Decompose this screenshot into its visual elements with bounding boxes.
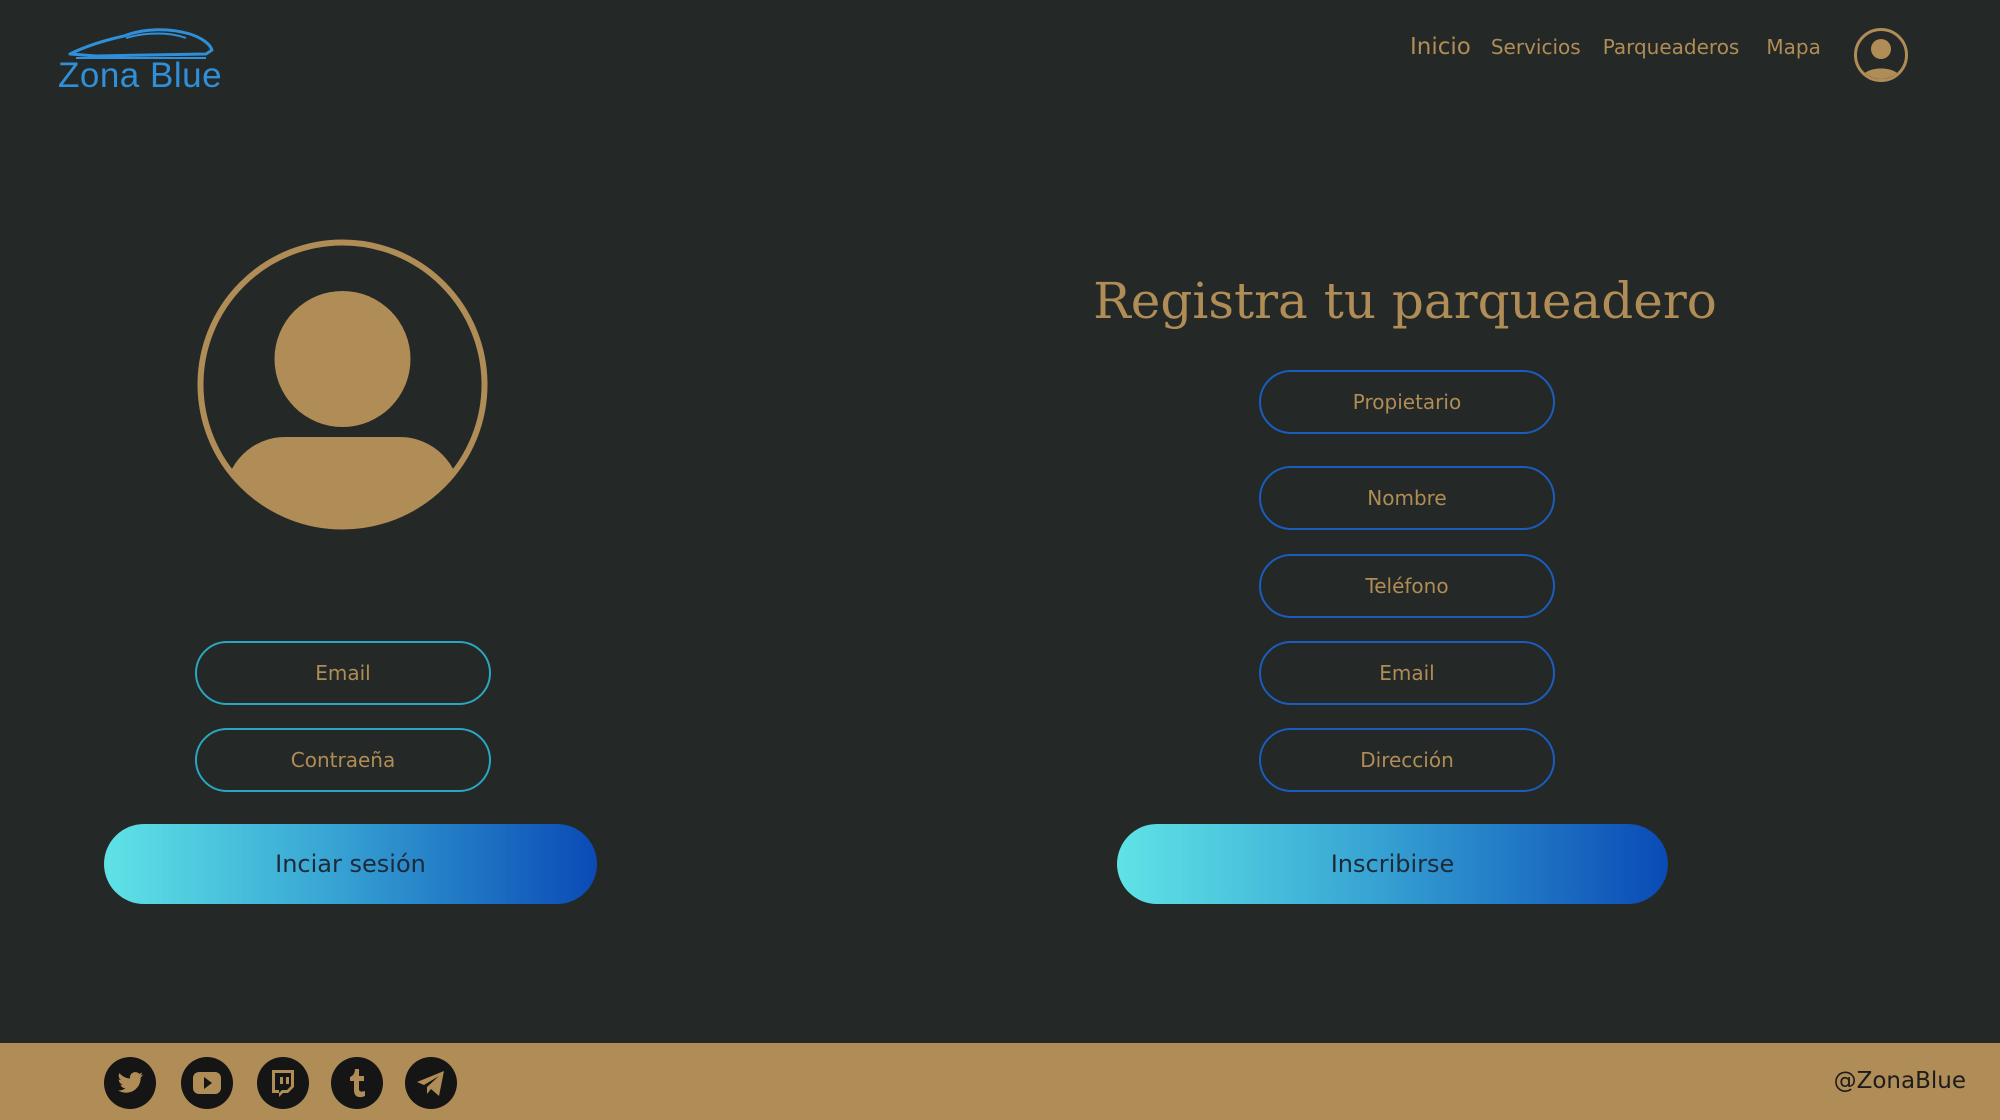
register-button[interactable]: Inscribirse [1117,824,1668,904]
password-field[interactable]: Contraeña [195,728,491,792]
phone-field-placeholder: Teléfono [1365,574,1449,598]
footer: @ZonaBlue [0,1043,2000,1120]
user-avatar [195,237,490,532]
telegram-icon[interactable] [405,1057,457,1109]
register-button-label: Inscribirse [1330,850,1455,878]
email-field[interactable]: Email [195,641,491,705]
name-field[interactable]: Nombre [1259,466,1555,530]
user-profile-button[interactable] [1854,28,1908,82]
phone-field[interactable]: Teléfono [1259,554,1555,618]
brand-logo[interactable]: Zona Blue [58,26,228,96]
youtube-icon[interactable] [181,1057,233,1109]
owner-field-placeholder: Propietario [1352,390,1462,414]
address-field[interactable]: Dirección [1259,728,1555,792]
password-field-placeholder: Contraeña [290,748,396,772]
nav-item-servicios[interactable]: Servicios [1491,35,1581,59]
login-button-label: Inciar sesión [275,850,426,878]
user-icon [1861,39,1901,79]
register-title: Registra tu parqueadero [1093,272,1717,330]
owner-field[interactable]: Propietario [1259,370,1555,434]
car-logo-icon [68,28,214,59]
email-field-placeholder: Email [315,661,371,685]
main-nav: Inicio Servicios Parqueaderos Mapa [1410,34,1821,74]
address-field-placeholder: Dirección [1360,748,1454,772]
user-avatar-icon [197,239,488,530]
twitter-icon[interactable] [104,1057,156,1109]
nav-item-inicio[interactable]: Inicio [1410,34,1471,60]
login-button[interactable]: Inciar sesión [104,824,597,904]
name-field-placeholder: Nombre [1367,486,1447,510]
nav-item-parqueaderos[interactable]: Parqueaderos [1603,35,1740,59]
tumblr-icon[interactable] [331,1057,383,1109]
brand-name: Zona Blue [58,56,223,95]
nav-item-mapa[interactable]: Mapa [1766,35,1820,59]
twitch-icon[interactable] [257,1057,309,1109]
social-handle: @ZonaBlue [1833,1068,1966,1094]
register-email-field[interactable]: Email [1259,641,1555,705]
register-email-field-placeholder: Email [1379,661,1435,685]
